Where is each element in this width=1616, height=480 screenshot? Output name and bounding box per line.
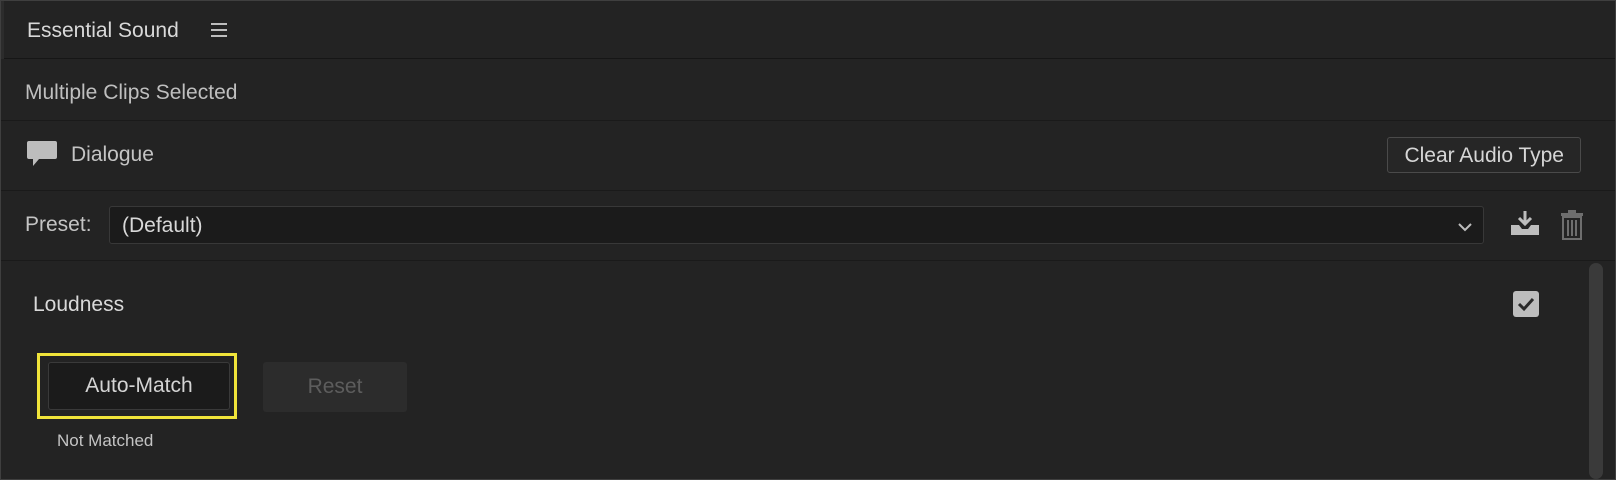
- loudness-title: Loudness: [33, 293, 125, 316]
- loudness-section: Loudness Auto-Match Reset Not Matched: [1, 261, 1581, 479]
- selection-status: Multiple Clips Selected: [25, 81, 238, 104]
- loudness-enable-checkbox[interactable]: [1513, 291, 1539, 317]
- chevron-down-icon: [1457, 219, 1473, 237]
- selection-row: Multiple Clips Selected: [1, 59, 1615, 121]
- auto-match-button[interactable]: Auto-Match: [48, 362, 230, 410]
- save-preset-icon[interactable]: [1509, 209, 1541, 242]
- preset-row: Preset: (Default): [1, 191, 1615, 261]
- panel-header: Essential Sound: [1, 1, 1615, 59]
- delete-preset-icon[interactable]: [1559, 209, 1585, 246]
- audio-type-label: Dialogue: [71, 143, 154, 166]
- scrollbar-thumb[interactable]: [1589, 263, 1603, 479]
- essential-sound-panel: Essential Sound Multiple Clips Selected …: [0, 0, 1616, 480]
- preset-label: Preset:: [25, 213, 92, 236]
- speech-bubble-icon: [26, 139, 58, 174]
- match-status-text: Not Matched: [57, 431, 154, 450]
- preset-value: (Default): [122, 214, 203, 237]
- panel-menu-icon[interactable]: [211, 23, 227, 37]
- clear-audio-type-button[interactable]: Clear Audio Type: [1387, 137, 1581, 173]
- reset-button[interactable]: Reset: [263, 362, 407, 412]
- panel-tab-indicator: [1, 1, 4, 59]
- audio-type-row: Dialogue Clear Audio Type: [1, 121, 1615, 191]
- preset-dropdown[interactable]: (Default): [109, 206, 1484, 244]
- panel-title[interactable]: Essential Sound: [27, 19, 179, 43]
